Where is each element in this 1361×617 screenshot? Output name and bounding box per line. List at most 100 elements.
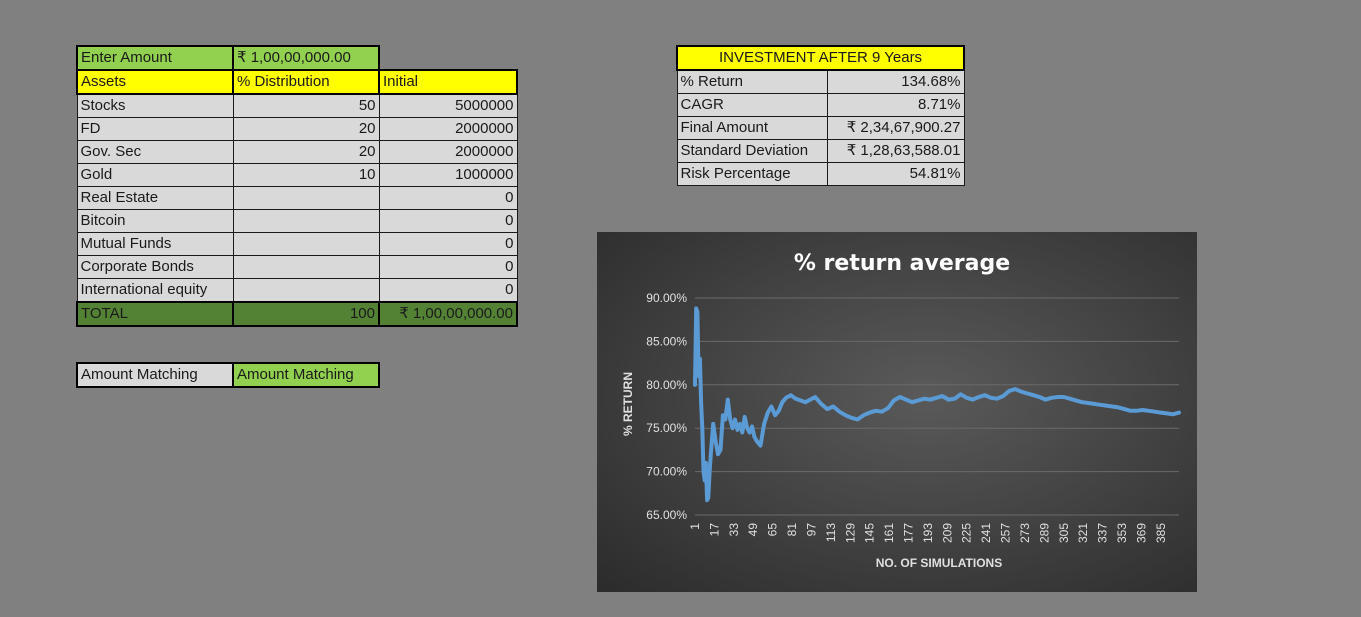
table-row: Standard Deviation ₹ 1,28,63,588.01 (676, 139, 965, 163)
header-assets: Assets (76, 69, 234, 95)
x-tick-label: 321 (1076, 523, 1090, 543)
x-axis-label: NO. OF SIMULATIONS (876, 556, 1002, 570)
table-row: CAGR 8.71% (676, 93, 965, 117)
amount-matching-label: Amount Matching (76, 362, 234, 388)
asset-distribution[interactable] (232, 278, 380, 303)
metric-label: CAGR (676, 93, 828, 117)
asset-initial: 0 (378, 186, 518, 210)
asset-distribution[interactable] (232, 209, 380, 233)
x-tick-label: 225 (960, 523, 974, 543)
header-distribution: % Distribution (232, 69, 380, 95)
x-tick-label: 161 (882, 523, 896, 543)
table-row: Corporate Bonds 0 (76, 255, 518, 279)
metric-label: Risk Percentage (676, 162, 828, 186)
asset-initial: 5000000 (378, 93, 518, 118)
table-row: International equity 0 (76, 278, 518, 303)
asset-distribution[interactable]: 50 (232, 93, 380, 118)
asset-initial: 0 (378, 209, 518, 233)
table-row: Risk Percentage 54.81% (676, 162, 965, 186)
table-row: Gov. Sec 20 2000000 (76, 140, 518, 164)
x-tick-label: 353 (1115, 523, 1129, 543)
y-tick-label: 85.00% (646, 334, 687, 348)
total-row: TOTAL 100 ₹ 1,00,00,000.00 (76, 301, 518, 327)
amount-matching-table: Amount Matching Amount Matching (76, 362, 380, 388)
metric-label: % Return (676, 69, 828, 94)
x-tick-label: 177 (901, 523, 915, 543)
amount-matching-status: Amount Matching (232, 362, 380, 388)
asset-distribution[interactable] (232, 186, 380, 210)
asset-distribution[interactable] (232, 255, 380, 279)
metric-label: Final Amount (676, 116, 828, 140)
y-tick-label: 75.00% (646, 421, 687, 435)
x-tick-label: 33 (727, 523, 741, 537)
asset-initial: 2000000 (378, 117, 518, 141)
total-initial: ₹ 1,00,00,000.00 (378, 301, 518, 327)
metric-value: ₹ 1,28,63,588.01 (826, 139, 965, 163)
x-tick-label: 209 (940, 523, 954, 543)
asset-name: Gold (76, 163, 234, 187)
y-tick-label: 90.00% (646, 291, 687, 305)
chart-canvas: % return average 65.00% 70.00% 75.00% 80.00… (621, 251, 1181, 570)
x-tick-label: 145 (863, 523, 877, 543)
table-row: Bitcoin 0 (76, 209, 518, 233)
asset-distribution[interactable]: 10 (232, 163, 380, 187)
asset-name: Stocks (76, 93, 234, 118)
return-chart[interactable]: % return average 65.00% 70.00% 75.00% 80.00… (597, 232, 1197, 592)
x-tick-label: 129 (843, 523, 857, 543)
x-tick-label: 337 (1096, 523, 1110, 543)
asset-distribution[interactable] (232, 232, 380, 256)
metric-value: 8.71% (826, 93, 965, 117)
table-row: % Return 134.68% (676, 69, 965, 94)
table-row: Stocks 50 5000000 (76, 93, 518, 118)
total-label: TOTAL (76, 301, 234, 327)
asset-name: International equity (76, 278, 234, 303)
metric-label: Standard Deviation (676, 139, 828, 163)
investment-table: INVESTMENT AFTER 9 Years % Return 134.68… (676, 45, 965, 186)
x-tick-label: 273 (1018, 523, 1032, 543)
y-tick-label: 65.00% (646, 508, 687, 522)
x-tick-label: 193 (921, 523, 935, 543)
total-distribution: 100 (232, 301, 380, 327)
x-tick-label: 113 (824, 523, 838, 542)
y-tick-label: 80.00% (646, 378, 687, 392)
chart-title: % return average (794, 251, 1010, 276)
asset-distribution[interactable]: 20 (232, 140, 380, 164)
asset-initial: 0 (378, 278, 518, 303)
asset-name: Corporate Bonds (76, 255, 234, 279)
x-axis-ticks: 1 17 33 49 65 81 97 113 129 145 161 177 193 209 225 241… (688, 523, 1168, 543)
table-row: FD 20 2000000 (76, 117, 518, 141)
x-tick-label: 65 (766, 523, 780, 537)
asset-initial: 2000000 (378, 140, 518, 164)
asset-name: Gov. Sec (76, 140, 234, 164)
enter-amount-input[interactable]: ₹ 1,00,00,000.00 (232, 45, 380, 71)
x-tick-label: 289 (1037, 523, 1051, 543)
x-tick-label: 241 (979, 523, 993, 543)
asset-name: Mutual Funds (76, 232, 234, 256)
asset-name: Bitcoin (76, 209, 234, 233)
allocation-table: Enter Amount ₹ 1,00,00,000.00 Assets % D… (76, 45, 518, 327)
asset-initial: 1000000 (378, 163, 518, 187)
x-tick-label: 97 (804, 523, 818, 537)
metric-value: ₹ 2,34,67,900.27 (826, 116, 965, 140)
x-tick-label: 81 (785, 523, 799, 537)
metric-value: 54.81% (826, 162, 965, 186)
y-tick-label: 70.00% (646, 465, 687, 479)
metric-value: 134.68% (826, 69, 965, 94)
x-tick-label: 17 (707, 523, 721, 537)
x-tick-label: 49 (746, 523, 760, 537)
asset-initial: 0 (378, 255, 518, 279)
asset-distribution[interactable]: 20 (232, 117, 380, 141)
x-tick-label: 385 (1154, 523, 1168, 543)
table-row: Final Amount ₹ 2,34,67,900.27 (676, 116, 965, 140)
x-tick-label: 1 (688, 523, 702, 530)
x-tick-label: 369 (1134, 523, 1148, 543)
header-initial: Initial (378, 69, 518, 95)
x-tick-label: 305 (1057, 523, 1071, 543)
y-axis-ticks: 65.00% 70.00% 75.00% 80.00% 85.00% 90.00% (646, 291, 687, 522)
investment-title: INVESTMENT AFTER 9 Years (676, 45, 965, 71)
asset-name: Real Estate (76, 186, 234, 210)
table-row: Mutual Funds 0 (76, 232, 518, 256)
enter-amount-label: Enter Amount (76, 45, 234, 71)
x-tick-label: 257 (999, 523, 1013, 543)
asset-name: FD (76, 117, 234, 141)
